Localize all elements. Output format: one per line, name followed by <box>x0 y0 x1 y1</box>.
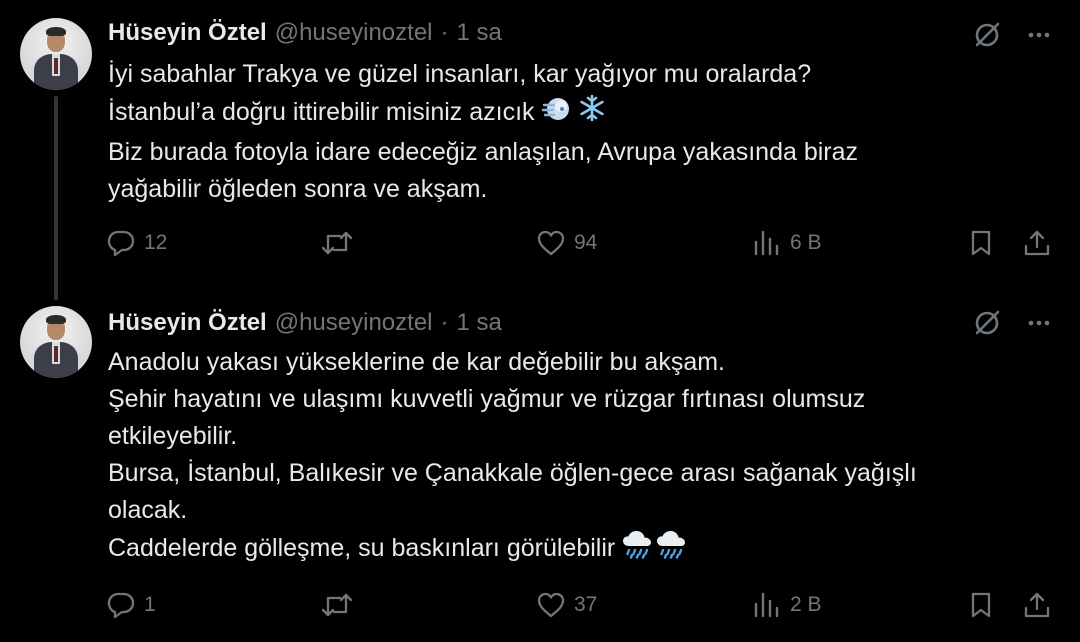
retweet-button[interactable] <box>320 226 362 260</box>
share-icon <box>1022 590 1052 620</box>
author-handle[interactable]: @huseyinoztel <box>275 19 433 47</box>
tweet-text: Anadolu yakası yükseklerine de kar değeb… <box>108 344 1038 570</box>
timestamp[interactable]: 1 sa <box>457 309 502 337</box>
tweet-text: İyi sabahlar Trakya ve güzel insanları, … <box>108 56 1038 208</box>
like-count: 37 <box>574 593 598 616</box>
reply-count: 12 <box>144 231 168 254</box>
grok-icon[interactable] <box>972 20 1002 50</box>
more-icon[interactable] <box>1026 22 1052 48</box>
retweet-icon <box>320 590 354 620</box>
tweet-actions: 12 94 6 B <box>106 226 1056 260</box>
thread-line <box>54 96 58 300</box>
view-count: 2 B <box>790 593 822 616</box>
separator: · <box>440 309 449 336</box>
tweet-header: Hüseyin Öztel @huseyinoztel · 1 sa <box>108 308 502 338</box>
tweet-text-line: Anadolu yakası yükseklerine de kar değeb… <box>108 348 726 376</box>
like-button[interactable]: 94 <box>536 226 597 260</box>
author-handle[interactable]: @huseyinoztel <box>275 309 433 337</box>
rain-cloud-emoji <box>621 529 653 570</box>
wind-face-emoji <box>541 93 571 134</box>
bookmark-icon <box>966 228 996 258</box>
grok-icon[interactable] <box>972 308 1002 338</box>
reply-button[interactable]: 12 <box>106 226 167 260</box>
reply-icon <box>106 228 136 258</box>
tweet[interactable]: Hüseyin Öztel @huseyinoztel · 1 sa İyi s… <box>0 0 1080 300</box>
separator: · <box>440 19 449 46</box>
tweet-text-line: İyi sabahlar Trakya ve güzel insanları, … <box>108 60 812 88</box>
tweet-text-line: olacak. <box>108 496 188 524</box>
share-icon <box>1022 228 1052 258</box>
tweet-top-actions <box>972 308 1052 338</box>
like-button[interactable]: 37 <box>536 588 597 622</box>
view-count: 6 B <box>790 231 822 254</box>
share-button[interactable] <box>1022 588 1052 622</box>
avatar[interactable] <box>20 18 92 90</box>
heart-icon <box>536 228 566 258</box>
tweet-text-line: İstanbul’a doğru ittirebilir misiniz azı… <box>108 98 535 127</box>
tweet-text-line: Şehir hayatını ve ulaşımı kuvvetli yağmu… <box>108 385 866 413</box>
tweet-header: Hüseyin Öztel @huseyinoztel · 1 sa <box>108 18 502 48</box>
tweet-top-actions <box>972 20 1052 50</box>
tweet-text-line-with-emoji: Caddelerde gölleşme, su baskınları görül… <box>108 529 1038 570</box>
views-button[interactable]: 2 B <box>752 588 822 622</box>
bookmark-icon <box>966 590 996 620</box>
avatar[interactable] <box>20 306 92 378</box>
share-button[interactable] <box>1022 226 1052 260</box>
tweet-text-line: Caddelerde gölleşme, su baskınları görül… <box>108 534 616 563</box>
reply-icon <box>106 590 136 620</box>
reply-count: 1 <box>144 593 156 616</box>
more-icon[interactable] <box>1026 310 1052 336</box>
tweet[interactable]: Hüseyin Öztel @huseyinoztel · 1 sa Anado… <box>0 300 1080 642</box>
reply-button[interactable]: 1 <box>106 588 156 622</box>
tweet-text-line: Bursa, İstanbul, Balıkesir ve Çanakkale … <box>108 459 917 487</box>
rain-cloud-emoji <box>655 529 687 570</box>
timestamp[interactable]: 1 sa <box>457 19 502 47</box>
tweet-text-line-with-emoji: İstanbul’a doğru ittirebilir misiniz azı… <box>108 93 1038 134</box>
bookmark-button[interactable] <box>966 226 996 260</box>
snowflake-emoji <box>577 93 607 134</box>
bookmark-button[interactable] <box>966 588 996 622</box>
tweet-text-line: yağabilir öğleden sonra ve akşam. <box>108 175 488 203</box>
views-button[interactable]: 6 B <box>752 226 822 260</box>
like-count: 94 <box>574 231 598 254</box>
retweet-button[interactable] <box>320 588 362 622</box>
tweet-actions: 1 37 2 B <box>106 588 1056 622</box>
analytics-icon <box>752 590 782 620</box>
author-name[interactable]: Hüseyin Öztel <box>108 309 267 337</box>
author-name[interactable]: Hüseyin Öztel <box>108 19 267 47</box>
tweet-text-line: etkileyebilir. <box>108 422 238 450</box>
heart-icon <box>536 590 566 620</box>
analytics-icon <box>752 228 782 258</box>
tweet-text-line: Biz burada fotoyla idare edeceğiz anlaşı… <box>108 138 859 166</box>
retweet-icon <box>320 228 354 258</box>
